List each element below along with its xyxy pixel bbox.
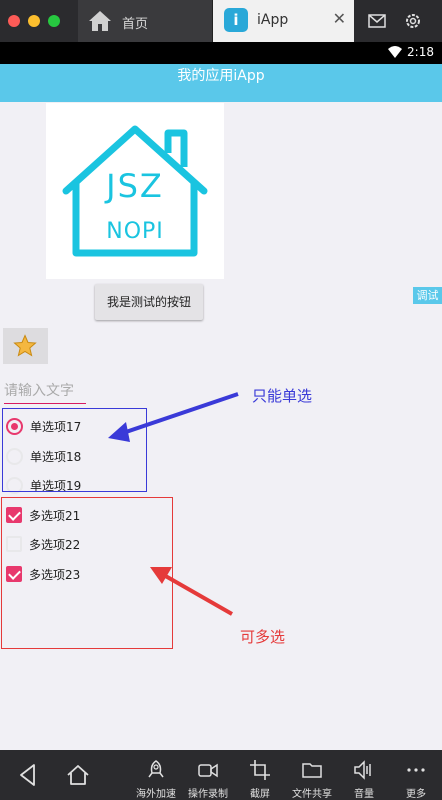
tool-label: 文件共享 [292,789,332,800]
more-icon [407,768,425,772]
window-zoom-dot[interactable] [48,15,60,27]
app-title-bar: 我的应用iApp [0,64,442,102]
tab-home[interactable]: 首页 [78,0,213,42]
status-bar: 2:18 [0,42,442,64]
gear-icon[interactable] [402,10,424,32]
tab-home-label: 首页 [122,17,149,32]
debug-button[interactable]: 调试 [413,287,442,304]
home-nav-icon[interactable] [66,764,90,786]
star-button[interactable] [3,328,48,364]
tool-volume[interactable]: 音量 [334,750,394,800]
iapp-icon: i [224,8,248,32]
tool-file-share[interactable]: 文件共享 [282,750,342,800]
tool-screenshot[interactable]: 截屏 [230,750,290,800]
folder-icon [302,763,322,778]
logo-text-line1: JSZ [106,167,164,205]
tool-label: 更多 [406,789,426,800]
home-icon [89,11,111,31]
emulator-top-bar: 首页 i iApp ✕ [0,0,442,42]
tool-label: 截屏 [250,789,270,800]
single-select-annotation: 只能单选 [252,387,313,405]
emulator-bottom-toolbar: 海外加速 操作录制 截屏 文件共享 音量 更多 [0,750,442,800]
multi-select-annotation: 可多选 [240,628,286,646]
tab-iapp-label: iApp [257,12,289,28]
volume-icon [354,760,371,780]
star-icon [13,334,37,357]
single-select-highlight-box [2,408,147,492]
window-minimize-dot[interactable] [28,15,40,27]
app-title: 我的应用iApp [177,68,265,84]
tool-more[interactable]: 更多 [386,750,442,800]
tool-label: 操作录制 [188,789,228,800]
video-icon [198,763,218,778]
tool-record[interactable]: 操作录制 [178,750,238,800]
app-logo: JSZ NOPI [46,103,224,279]
crop-icon [250,760,270,780]
text-input[interactable] [4,378,86,404]
test-button[interactable]: 我是测试的按钮 [95,284,203,320]
wifi-icon [388,46,402,58]
status-time: 2:18 [407,45,434,59]
back-icon[interactable] [16,762,40,788]
rocket-icon [148,760,164,778]
close-icon[interactable]: ✕ [333,9,346,28]
tool-label: 音量 [354,789,374,800]
tool-label: 海外加速 [136,789,176,800]
tool-boost[interactable]: 海外加速 [126,750,186,800]
logo-text-line2: NOPI [106,219,164,244]
tab-iapp[interactable]: i iApp ✕ [213,0,354,42]
mail-icon[interactable] [366,10,388,32]
window-close-dot[interactable] [8,15,20,27]
multi-select-highlight-box [1,497,173,649]
